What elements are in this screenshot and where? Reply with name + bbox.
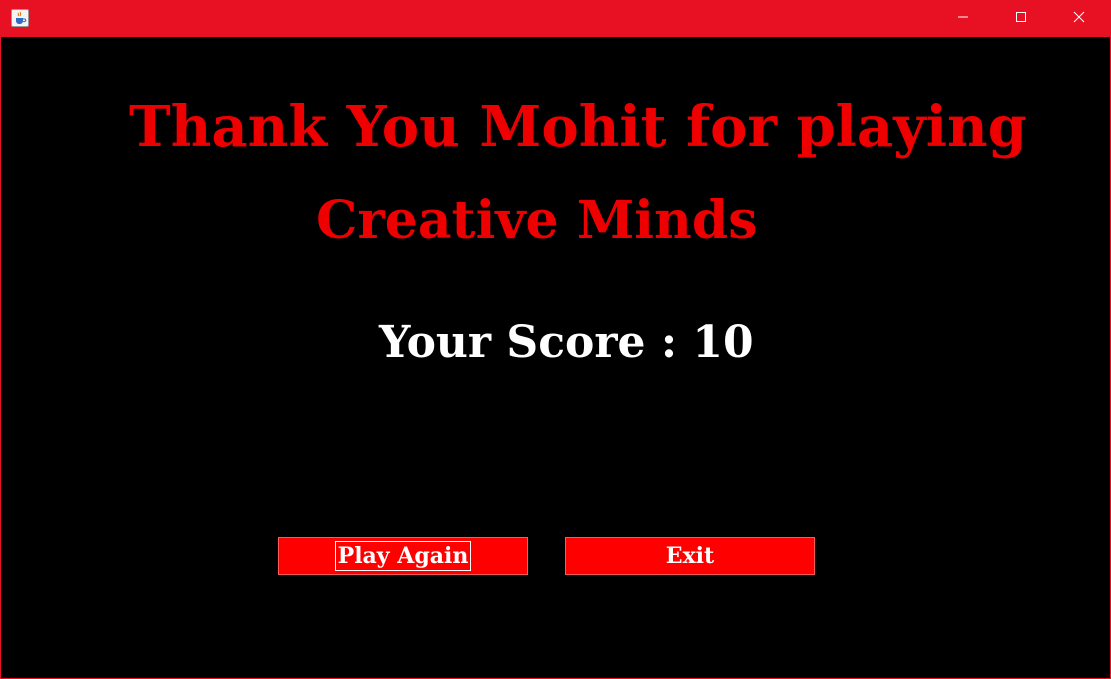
exit-label: Exit [665,543,715,569]
minimize-button[interactable] [934,1,992,37]
minimize-icon [957,10,969,28]
game-window: Thank You Mohit for playing Creative Min… [0,0,1111,679]
game-over-panel: Thank You Mohit for playing Creative Min… [1,37,1110,678]
maximize-icon [1015,10,1027,28]
maximize-button[interactable] [992,1,1050,37]
thank-you-heading: Thank You Mohit for playing [129,94,1027,160]
java-cup-icon[interactable] [11,9,29,27]
close-icon [1073,10,1085,28]
score-label: Your Score : 10 [379,317,754,368]
game-name-heading: Creative Minds [316,190,758,251]
exit-button[interactable]: Exit [565,537,815,575]
title-bar[interactable] [1,1,1110,37]
close-button[interactable] [1050,1,1108,37]
play-again-label: Play Again [334,541,472,571]
play-again-button[interactable]: Play Again [278,537,528,575]
